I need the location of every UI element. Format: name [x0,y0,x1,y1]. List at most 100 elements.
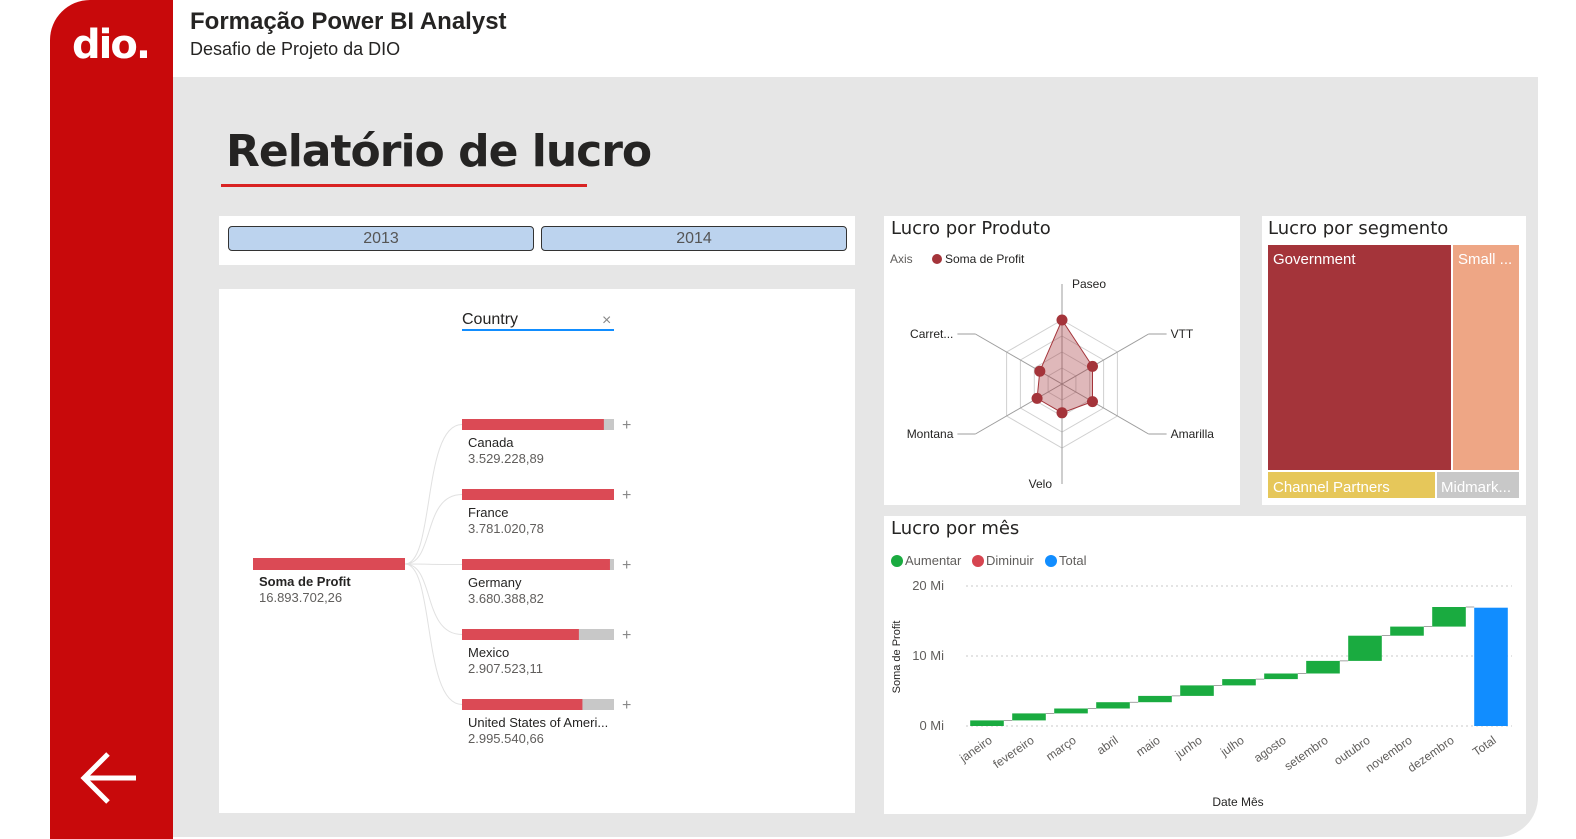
tree-link [404,563,463,705]
radar-point[interactable] [1031,392,1043,404]
x-tick-label: março [1043,733,1079,764]
treemap-cell-government[interactable] [1268,245,1451,470]
x-tick-label: julho [1217,733,1247,760]
tree-expand-plus-icon[interactable]: + [622,557,631,574]
tree-node-label: Canada [468,435,514,450]
waterfall-bar[interactable] [1180,685,1214,696]
radar-point[interactable] [1056,314,1068,326]
y-tick-label: 10 Mi [912,648,944,663]
tree-expand-plus-icon[interactable]: + [622,697,631,714]
radar-point[interactable] [1034,365,1046,377]
slicer-button-2013[interactable]: 2013 [228,226,534,251]
waterfall-bar[interactable] [1390,626,1424,636]
radar-point[interactable] [1086,396,1098,408]
tree-node-bar[interactable] [462,699,583,710]
tree-node-bar[interactable] [462,419,604,430]
waterfall-bar[interactable] [1432,607,1466,627]
title-underline [221,184,587,187]
treemap-chart: Government Small ... Channel Partners Mi… [1268,245,1519,498]
x-tick-label: novembro [1363,733,1415,775]
tree-filter-label[interactable]: Country [462,311,518,328]
treemap-cell-small[interactable] [1453,245,1519,470]
waterfall-total-bar[interactable] [1474,607,1508,726]
page-title: Relatório de lucro [226,126,652,177]
waterfall-bar[interactable] [1054,708,1088,714]
legend-increase-marker [891,555,903,567]
y-axis-title: Soma de Profit [891,621,903,694]
x-tick-label: setembro [1282,733,1331,773]
header-title: Formação Power BI Analyst [190,8,507,35]
waterfall-bar[interactable] [1264,673,1298,680]
tree-root-bar[interactable] [253,558,405,570]
radar-legend-series: Soma de Profit [945,252,1025,266]
treemap-label-channel-partners: Channel Partners [1273,479,1390,496]
radar-chart: Axis Soma de Profit Paseo VTT Amarilla Velo… [890,252,1215,491]
waterfall-bar[interactable] [1306,660,1340,674]
tree-node-label: France [468,505,508,520]
x-axis-title: Date Mês [1212,795,1263,809]
slicer-button-2014[interactable]: 2014 [541,226,847,251]
radar-area [1036,318,1093,414]
tree-node-label: Mexico [468,645,509,660]
decomposition-tree: Country × Soma de Profit 16.893.702,26 +… [253,311,631,746]
tree-node-bar[interactable] [462,629,579,640]
radar-legend-marker [932,254,942,264]
y-tick-label: 20 Mi [912,578,944,593]
tree-link [404,494,463,565]
x-tick-label: dezembro [1405,733,1457,775]
tree-node-value: 2.995.540,66 [468,731,544,746]
waterfall-bar[interactable] [1096,702,1130,709]
legend-decrease-label: Diminuir [986,553,1034,568]
tree-root-label: Soma de Profit [259,574,351,589]
waterfall-bar[interactable] [1012,713,1046,721]
waterfall-bar[interactable] [1222,679,1256,686]
radar-axis-label: Velo [1029,477,1053,491]
y-tick-label: 0 Mi [919,718,944,733]
waterfall-chart: Aumentar Diminuir Total Soma de Profit D… [891,553,1512,809]
radar-point[interactable] [1056,407,1068,419]
tree-node-label: Germany [468,575,522,590]
radar-axis-label: Montana [907,427,954,441]
tree-link [404,563,463,565]
radar-panel: Lucro por Produto Axis Soma de Profit Pa… [884,216,1240,505]
waterfall-bar[interactable] [1138,695,1172,703]
tree-link [404,563,463,635]
tree-node-value: 2.907.523,11 [468,661,543,676]
radar-axis-label: Amarilla [1171,427,1215,441]
legend-increase-label: Aumentar [905,553,962,568]
waterfall-bar[interactable] [1348,635,1382,661]
treemap-label-government: Government [1273,251,1356,268]
decomposition-tree-panel: Country × Soma de Profit 16.893.702,26 +… [219,289,855,813]
tree-node-value: 3.529.228,89 [468,451,544,466]
sidebar: dio. [50,0,173,839]
tree-node-bar[interactable] [462,559,610,570]
tree-filter-close-icon[interactable]: × [602,312,611,329]
tree-node-label: United States of Ameri... [468,715,608,730]
x-tick-label: fevereiro [990,733,1037,771]
waterfall-bar[interactable] [970,720,1004,726]
tree-expand-plus-icon[interactable]: + [622,627,631,644]
x-tick-label: abril [1094,733,1121,757]
tree-expand-plus-icon[interactable]: + [622,487,631,504]
tree-node-bar[interactable] [462,489,614,500]
legend-total-label: Total [1059,553,1087,568]
back-arrow-icon[interactable] [80,748,140,808]
legend-decrease-marker [972,555,984,567]
year-slicer: 2013 2014 [219,216,855,265]
legend-total-marker [1045,555,1057,567]
header-subtitle: Desafio de Projeto da DIO [190,39,401,59]
radar-axis-label: Carret... [910,327,953,341]
tree-node-value: 3.781.020,78 [468,521,544,536]
treemap-label-small: Small ... [1458,251,1512,268]
x-tick-label: janeiro [956,733,995,766]
x-tick-label: Total [1470,733,1499,759]
dio-logo: dio. [72,22,151,68]
x-tick-label: maio [1133,733,1163,760]
radar-point[interactable] [1086,360,1098,372]
tree-node-value: 3.680.388,82 [468,591,544,606]
tree-link [404,424,463,565]
x-tick-label: junho [1172,733,1205,762]
tree-expand-plus-icon[interactable]: + [622,417,631,434]
treemap-label-midmarket: Midmark... [1441,479,1511,496]
tree-root-value: 16.893.702,26 [259,590,342,605]
